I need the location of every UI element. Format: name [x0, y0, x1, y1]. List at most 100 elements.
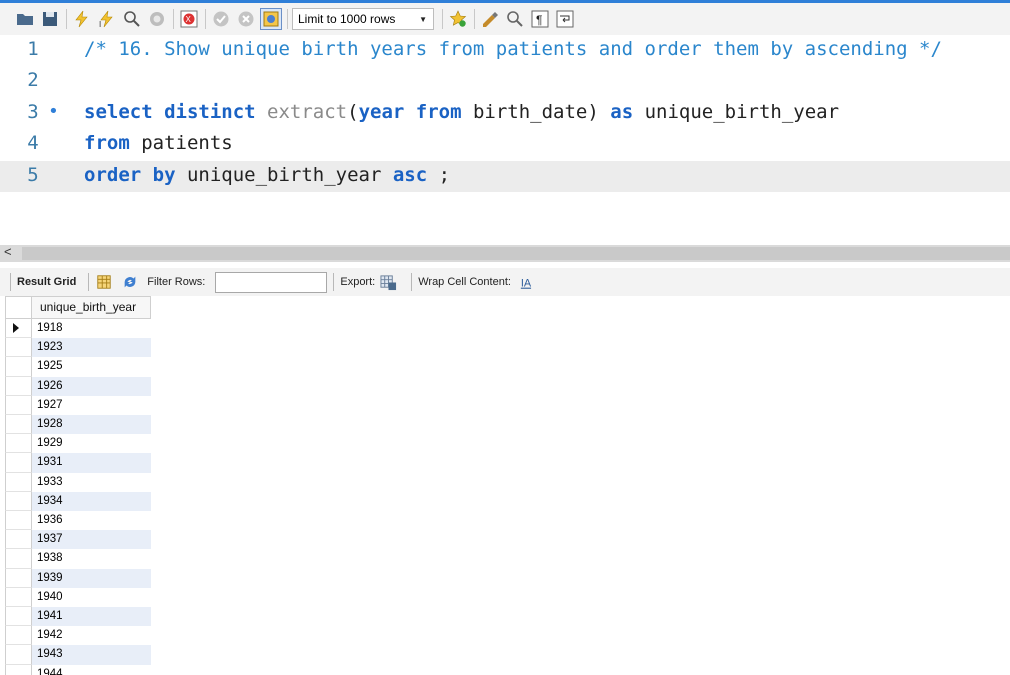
sql-text: unique_birth_year	[633, 101, 840, 123]
table-cell[interactable]: 1934	[32, 491, 151, 511]
row-header[interactable]	[5, 453, 32, 473]
invisible-chars-icon[interactable]: ¶	[529, 8, 551, 30]
export-icon[interactable]	[379, 273, 397, 291]
explain-icon[interactable]	[121, 8, 143, 30]
sql-keyword: asc	[392, 164, 428, 186]
table-cell[interactable]: 1931	[32, 453, 151, 473]
editor-line-3[interactable]: 3 • select distinct extract(year from bi…	[0, 98, 1010, 129]
table-cell[interactable]: 1929	[32, 434, 151, 453]
row-header[interactable]	[5, 338, 32, 358]
scroll-left-icon[interactable]: <	[4, 244, 12, 259]
autocommit-icon[interactable]	[260, 8, 282, 30]
table-row[interactable]: 1933	[5, 472, 151, 492]
row-header[interactable]	[5, 472, 32, 492]
table-cell[interactable]: 1925	[32, 357, 151, 376]
table-row[interactable]: 1944	[5, 664, 151, 675]
row-header[interactable]	[5, 587, 32, 607]
table-cell[interactable]: 1928	[32, 415, 151, 435]
row-header[interactable]	[5, 511, 32, 531]
open-folder-icon[interactable]	[14, 8, 36, 30]
table-cell[interactable]: 1939	[32, 568, 151, 588]
row-header[interactable]	[5, 415, 32, 435]
row-header[interactable]	[5, 395, 32, 415]
sql-text: birth_date)	[461, 101, 599, 123]
table-cell[interactable]: 1923	[32, 338, 151, 358]
row-header[interactable]	[5, 607, 32, 627]
table-cell[interactable]: 1937	[32, 530, 151, 550]
sql-function: extract	[267, 101, 348, 123]
table-cell[interactable]: 1938	[32, 549, 151, 568]
row-header[interactable]	[5, 645, 32, 665]
table-row[interactable]: 1936	[5, 511, 151, 531]
table-cell[interactable]: 1940	[32, 588, 151, 607]
table-cell[interactable]: 1941	[32, 607, 151, 627]
table-row[interactable]: 1943	[5, 645, 151, 665]
table-row[interactable]: 1929	[5, 434, 151, 454]
execute-current-icon[interactable]: I	[96, 8, 118, 30]
sql-editor-toolbar: I X Limit to 1000 rows ▼ ¶	[0, 3, 1010, 35]
grid-layout-icon[interactable]	[95, 273, 113, 291]
table-row[interactable]: 1931	[5, 453, 151, 473]
editor-horizontal-scrollbar[interactable]: <	[0, 244, 1010, 262]
sql-text: unique_birth_year	[175, 164, 393, 186]
editor-line-1[interactable]: 1 /* 16. Show unique birth years from pa…	[0, 35, 1010, 66]
table-cell[interactable]: 1927	[32, 396, 151, 415]
row-header[interactable]	[5, 376, 32, 396]
execute-icon[interactable]	[71, 8, 93, 30]
table-row[interactable]: 1925	[5, 357, 151, 377]
table-row[interactable]: 1928	[5, 415, 151, 435]
table-row[interactable]: 1926	[5, 376, 151, 396]
scrollbar-thumb[interactable]	[22, 247, 1010, 260]
table-row[interactable]: 1934	[5, 491, 151, 511]
wrap-icon[interactable]	[554, 8, 576, 30]
table-cell[interactable]: 1933	[32, 473, 151, 492]
row-header[interactable]	[5, 434, 32, 454]
table-cell[interactable]: 1926	[32, 376, 151, 396]
table-row[interactable]: 1942	[5, 626, 151, 646]
find-icon[interactable]	[504, 8, 526, 30]
row-header[interactable]	[5, 357, 32, 377]
table-cell[interactable]: 1942	[32, 626, 151, 645]
row-header[interactable]	[5, 491, 32, 511]
column-header[interactable]: unique_birth_year	[32, 296, 151, 319]
svg-text:¶: ¶	[536, 13, 542, 27]
rollback-icon[interactable]	[235, 8, 257, 30]
limit-rows-label: Limit to 1000 rows	[298, 12, 396, 26]
wrap-cell-icon[interactable]: IA	[519, 273, 537, 291]
table-cell[interactable]: 1918	[32, 319, 151, 338]
table-row[interactable]: 1941	[5, 607, 151, 627]
row-header[interactable]	[5, 568, 32, 588]
row-header[interactable]	[5, 664, 32, 675]
toggle-error-icon[interactable]: X	[178, 8, 200, 30]
editor-line-2[interactable]: 2	[0, 66, 1010, 97]
table-row[interactable]: 1918	[5, 319, 151, 339]
editor-line-4[interactable]: 4 from patients	[0, 129, 1010, 160]
beautify-icon[interactable]	[479, 8, 501, 30]
sql-editor[interactable]: 1 /* 16. Show unique birth years from pa…	[0, 35, 1010, 245]
table-row[interactable]: 1927	[5, 395, 151, 415]
limit-rows-select[interactable]: Limit to 1000 rows ▼	[292, 8, 434, 30]
refresh-icon[interactable]	[121, 273, 139, 291]
sql-keyword: order by	[84, 164, 176, 186]
table-cell[interactable]: 1943	[32, 645, 151, 665]
row-header[interactable]	[5, 319, 32, 339]
row-header[interactable]	[5, 549, 32, 569]
row-header[interactable]	[5, 530, 32, 550]
table-row[interactable]: 1937	[5, 530, 151, 550]
bookmark-icon[interactable]	[447, 8, 469, 30]
table-row[interactable]: 1938	[5, 549, 151, 569]
table-row[interactable]: 1923	[5, 338, 151, 358]
commit-icon[interactable]	[210, 8, 232, 30]
save-icon[interactable]	[39, 8, 61, 30]
table-cell[interactable]: 1936	[32, 511, 151, 530]
result-toolbar: Result Grid Filter Rows: Export: Wrap Ce…	[0, 268, 1010, 296]
editor-line-5[interactable]: 5 order by unique_birth_year asc ;	[0, 161, 1010, 192]
row-header[interactable]	[5, 626, 32, 646]
stop-icon[interactable]	[146, 8, 168, 30]
table-cell[interactable]: 1944	[32, 665, 151, 675]
filter-rows-input[interactable]	[215, 271, 328, 293]
grid-corner[interactable]	[5, 296, 32, 319]
result-grid-tab[interactable]: Result Grid	[17, 276, 76, 288]
table-row[interactable]: 1939	[5, 568, 151, 588]
table-row[interactable]: 1940	[5, 587, 151, 607]
